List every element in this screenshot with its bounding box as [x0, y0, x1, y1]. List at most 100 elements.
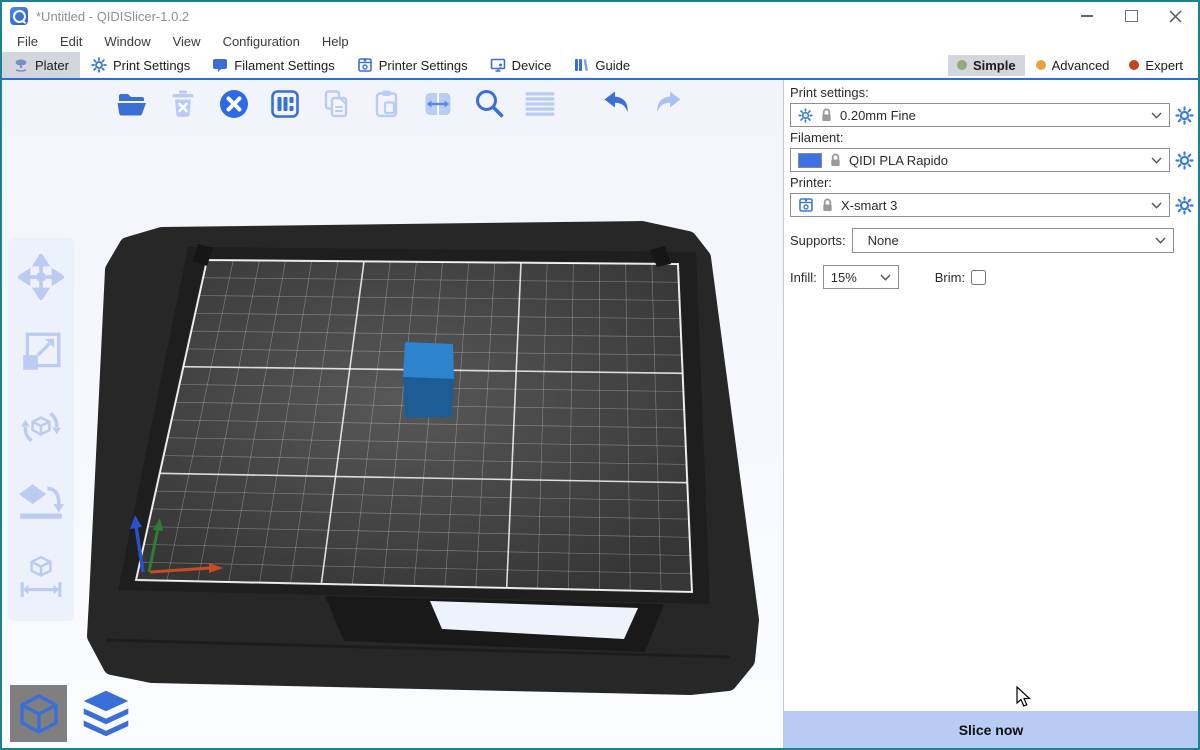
open-button[interactable]	[114, 86, 150, 122]
menu-window[interactable]: Window	[93, 34, 161, 49]
printer-gear-button[interactable]	[1175, 196, 1194, 215]
tab-plater[interactable]: Plater	[2, 52, 80, 78]
chevron-down-icon	[1151, 202, 1162, 209]
mode-label: Advanced	[1052, 58, 1110, 73]
minimize-button[interactable]	[1080, 9, 1094, 23]
copy-button[interactable]	[318, 86, 354, 122]
mode-switcher: Simple Advanced Expert	[948, 52, 1198, 78]
tab-label: Plater	[35, 58, 69, 73]
chevron-down-icon	[880, 274, 891, 281]
undo-button[interactable]	[599, 86, 635, 122]
variable-layer-height-icon	[522, 87, 558, 121]
plater-icon	[13, 57, 29, 73]
menu-help[interactable]: Help	[311, 34, 360, 49]
tab-label: Device	[512, 58, 552, 73]
model-cube[interactable]	[403, 342, 454, 418]
printer-label: Printer:	[790, 175, 1194, 190]
filament-value: QIDI PLA Rapido	[849, 153, 948, 168]
arrange-icon	[268, 87, 302, 121]
supports-combo[interactable]: None	[852, 228, 1174, 253]
3d-editor-view-button[interactable]	[10, 685, 67, 742]
arrange-button[interactable]	[267, 86, 303, 122]
supports-value: None	[860, 233, 899, 248]
lock-icon	[829, 153, 842, 167]
printer-value: X-smart 3	[841, 198, 897, 213]
delete-all-icon	[216, 86, 252, 122]
tab-label: Guide	[595, 58, 630, 73]
view-toolbar	[10, 685, 134, 742]
menubar: File Edit Window View Configuration Help	[2, 30, 1198, 52]
paste-icon	[370, 87, 404, 121]
chevron-down-icon	[1151, 157, 1162, 164]
tab-label: Filament Settings	[234, 58, 334, 73]
window-title: *Untitled - QIDISlicer-1.0.2	[36, 9, 189, 24]
chevron-down-icon	[1155, 237, 1166, 244]
tab-filament-settings[interactable]: Filament Settings	[201, 52, 345, 78]
mouse-cursor	[1016, 686, 1034, 708]
lock-icon	[821, 198, 834, 212]
infill-value: 15%	[831, 270, 857, 285]
variable-layer-height-button[interactable]	[522, 86, 558, 122]
gear-icon	[798, 108, 813, 123]
delete-button[interactable]	[165, 86, 201, 122]
menu-configuration[interactable]: Configuration	[212, 34, 311, 49]
gizmo-toolbar	[8, 238, 74, 621]
expert-mode-dot-icon	[1129, 60, 1139, 70]
measure-icon	[18, 554, 64, 600]
delete-all-button[interactable]	[216, 86, 252, 122]
close-button[interactable]	[1168, 9, 1182, 23]
redo-icon	[651, 87, 685, 121]
move-tool[interactable]	[18, 254, 64, 305]
move-icon	[18, 254, 64, 300]
scale-tool[interactable]	[18, 329, 64, 380]
mode-advanced[interactable]: Advanced	[1027, 55, 1119, 76]
tab-guide[interactable]: Guide	[562, 52, 641, 78]
undo-icon	[600, 87, 634, 121]
printer-icon	[357, 57, 373, 73]
scale-icon	[18, 329, 64, 375]
split-objects-button[interactable]	[420, 86, 456, 122]
print-settings-combo[interactable]: 0.20mm Fine	[790, 103, 1170, 127]
print-settings-gear-button[interactable]	[1175, 106, 1194, 125]
menu-file[interactable]: File	[6, 34, 49, 49]
preview-layers-icon	[80, 689, 132, 739]
maximize-button[interactable]	[1124, 9, 1138, 23]
lock-icon	[820, 108, 833, 122]
print-bed-plate[interactable]	[136, 260, 692, 592]
place-on-face-icon	[18, 479, 64, 525]
3d-viewport[interactable]	[2, 80, 783, 748]
rotate-tool[interactable]	[18, 404, 64, 455]
tab-print-settings[interactable]: Print Settings	[80, 52, 201, 78]
redo-button[interactable]	[650, 86, 686, 122]
guide-icon	[573, 57, 589, 73]
place-on-face-tool[interactable]	[18, 479, 64, 530]
filament-color-swatch	[798, 153, 822, 168]
search-icon	[471, 86, 507, 122]
mode-simple[interactable]: Simple	[948, 55, 1025, 76]
brim-label: Brim:	[935, 270, 965, 285]
preview-layers-button[interactable]	[77, 685, 134, 742]
tab-printer-settings[interactable]: Printer Settings	[346, 52, 479, 78]
printer-combo[interactable]: X-smart 3	[790, 193, 1170, 217]
mode-expert[interactable]: Expert	[1120, 55, 1192, 76]
top-toolbar	[114, 86, 686, 122]
brim-checkbox[interactable]	[971, 270, 986, 285]
menu-edit[interactable]: Edit	[49, 34, 93, 49]
infill-combo[interactable]: 15%	[823, 265, 899, 289]
rotate-icon	[18, 404, 64, 450]
3d-viewport-canvas[interactable]	[2, 80, 783, 748]
print-settings-label: Print settings:	[790, 85, 1194, 100]
delete-icon	[166, 87, 200, 121]
search-button[interactable]	[471, 86, 507, 122]
device-icon	[490, 57, 506, 73]
paste-button[interactable]	[369, 86, 405, 122]
filament-gear-button[interactable]	[1175, 151, 1194, 170]
filament-combo[interactable]: QIDI PLA Rapido	[790, 148, 1170, 172]
tab-device[interactable]: Device	[479, 52, 563, 78]
supports-label: Supports:	[790, 233, 846, 248]
slice-now-button[interactable]: Slice now	[784, 711, 1198, 748]
measure-tool[interactable]	[18, 554, 64, 605]
menu-view[interactable]: View	[162, 34, 212, 49]
app-logo-icon	[10, 7, 28, 25]
filament-label: Filament:	[790, 130, 1194, 145]
